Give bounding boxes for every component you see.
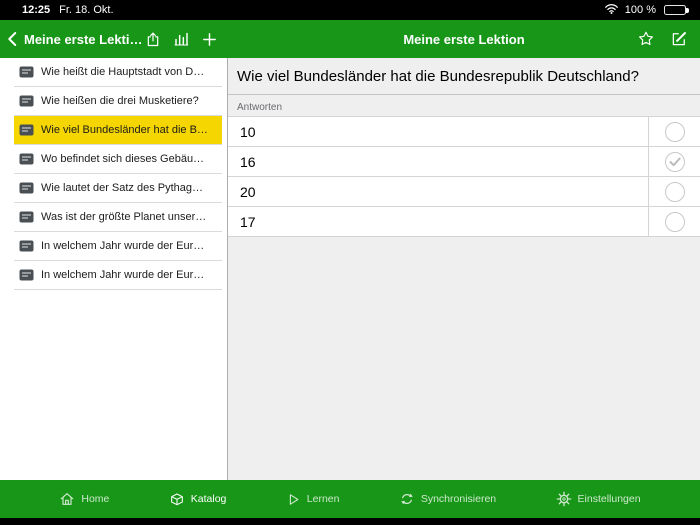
status-time: 12:25 (22, 4, 51, 16)
navigation-bar: Meine erste Lekti… Meine erste Lektion (0, 20, 700, 58)
sidebar-item-label: Was ist der größte Planet unser… (41, 211, 207, 223)
tab-home[interactable]: Home (59, 491, 109, 507)
answer-row[interactable]: 16 (228, 147, 700, 177)
answers-section-label: Antworten (237, 102, 283, 113)
sidebar-item-label: Wie lautet der Satz des Pythag… (41, 182, 204, 194)
flashcard-icon (19, 240, 34, 252)
sidebar-item[interactable]: Wo befindet sich dieses Gebäu… (14, 145, 222, 174)
answer-radio-checked[interactable] (664, 151, 685, 172)
answer-row[interactable]: 20 (228, 177, 700, 207)
flashcard-icon (19, 182, 34, 194)
tab-label: Katalog (190, 493, 227, 505)
tab-label: Einstellungen (577, 493, 641, 505)
flashcard-icon (19, 95, 34, 107)
status-bar: 12:25 Fr. 18. Okt. 100 % (0, 0, 700, 20)
check-icon (669, 157, 681, 166)
sync-arrows-icon (399, 491, 415, 507)
question-text: Wie viel Bundesländer hat die Bundesrepu… (228, 58, 700, 95)
sidebar-item-label: In welchem Jahr wurde der Eur… (41, 240, 205, 252)
answers-table: 10 16 20 17 (228, 116, 700, 237)
card-detail-pane: Wie viel Bundesländer hat die Bundesrepu… (228, 58, 700, 480)
tab-katalog[interactable]: Katalog (169, 491, 227, 507)
sidebar-item-label: Wo befindet sich dieses Gebäu… (41, 153, 205, 165)
sidebar-item-label: In welchem Jahr wurde der Eur… (41, 269, 205, 281)
statistics-chart-icon[interactable] (173, 31, 189, 47)
flashcard-icon (19, 124, 34, 136)
answer-radio[interactable] (664, 121, 685, 142)
tab-einstellungen[interactable]: Einstellungen (556, 491, 641, 507)
catalog-box-icon (169, 491, 185, 507)
sidebar-item[interactable]: Wie heißt die Hauptstadt von D… (14, 58, 222, 87)
sidebar-item[interactable]: Wie lautet der Satz des Pythag… (14, 174, 222, 203)
sidebar-item[interactable]: Wie heißen die drei Musketiere? (14, 87, 222, 116)
back-button[interactable] (4, 30, 22, 48)
answer-radio[interactable] (664, 181, 685, 202)
add-card-button[interactable] (201, 31, 218, 48)
answer-row[interactable]: 17 (228, 207, 700, 237)
answer-text: 17 (240, 213, 256, 230)
status-date: Fr. 18. Okt. (59, 4, 114, 16)
sidebar-item-label: Wie heißt die Hauptstadt von D… (41, 66, 205, 78)
tab-lernen[interactable]: Lernen (286, 492, 340, 507)
tab-synchronisieren[interactable]: Synchronisieren (399, 491, 496, 507)
sidebar-item[interactable]: In welchem Jahr wurde der Eur… (14, 232, 222, 261)
edit-compose-icon[interactable] (670, 30, 688, 48)
answer-text: 10 (240, 123, 256, 140)
answer-text: 16 (240, 153, 256, 170)
bottom-bezel (0, 518, 700, 525)
sidebar-item[interactable]: Wie viel Bundesländer hat die B… (14, 116, 222, 145)
flashcard-icon (19, 153, 34, 165)
home-icon (59, 491, 75, 507)
battery-icon (664, 5, 689, 15)
sidebar-item[interactable]: In welchem Jahr wurde der Eur… (14, 261, 222, 290)
tab-label: Synchronisieren (420, 493, 497, 505)
favorite-star-icon[interactable] (637, 30, 655, 48)
share-icon[interactable] (145, 31, 161, 48)
nav-left-pane: Meine erste Lekti… (0, 20, 228, 58)
lesson-title-left: Meine erste Lekti… (24, 31, 143, 47)
app-screen: 12:25 Fr. 18. Okt. 100 % Meine erste Lek… (0, 0, 700, 525)
sidebar-item[interactable]: Was ist der größte Planet unser… (14, 203, 222, 232)
flashcard-icon (19, 211, 34, 223)
content-area: Wie heißt die Hauptstadt von D… Wie heiß… (0, 58, 700, 480)
answer-row[interactable]: 10 (228, 117, 700, 147)
play-icon (286, 492, 301, 507)
tab-label: Home (81, 493, 110, 505)
battery-percent-label: 100 % (624, 4, 656, 16)
sidebar-item-label: Wie heißen die drei Musketiere? (41, 95, 199, 107)
answer-text: 20 (240, 183, 256, 200)
sidebar-item-label: Wie viel Bundesländer hat die B… (41, 124, 208, 136)
flashcard-icon (19, 66, 34, 78)
answer-radio[interactable] (664, 211, 685, 232)
card-list-sidebar: Wie heißt die Hauptstadt von D… Wie heiß… (0, 58, 228, 480)
bottom-tab-bar: Home Katalog Lernen Synchronisieren Eins… (0, 480, 700, 518)
gear-icon (556, 491, 572, 507)
nav-right-pane: Meine erste Lektion (228, 20, 700, 58)
tab-label: Lernen (306, 493, 340, 505)
wifi-icon (604, 3, 619, 17)
flashcard-icon (19, 269, 34, 281)
lesson-title-main: Meine erste Lektion (403, 31, 525, 47)
